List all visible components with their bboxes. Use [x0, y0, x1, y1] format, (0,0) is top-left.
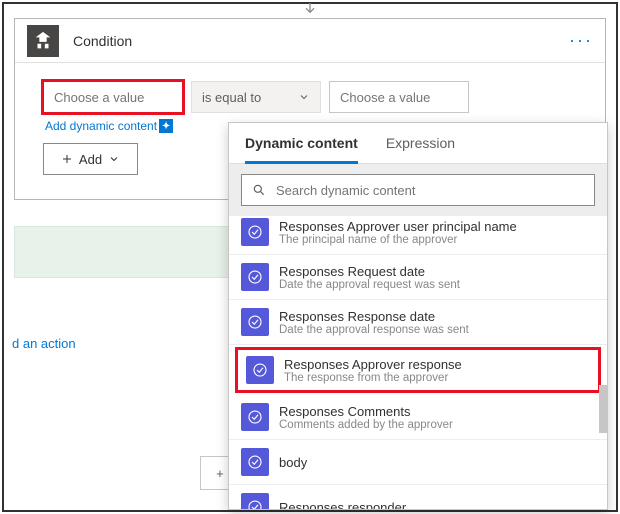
approval-icon	[246, 356, 274, 384]
item-desc: Comments added by the approver	[279, 419, 453, 431]
plus-icon: ✦	[159, 119, 173, 133]
chevron-down-icon	[108, 153, 120, 165]
list-item[interactable]: Responses Approver user principal name T…	[229, 216, 607, 255]
approval-icon	[241, 403, 269, 431]
item-title: body	[279, 455, 307, 470]
search-icon	[252, 183, 266, 197]
tab-dynamic-content[interactable]: Dynamic content	[245, 135, 358, 164]
list-item[interactable]: body	[229, 440, 607, 485]
condition-value-2-input[interactable]	[329, 81, 469, 113]
list-item[interactable]: Responses Request date Date the approval…	[229, 255, 607, 300]
item-desc: The response from the approver	[284, 372, 462, 384]
add-dynamic-content-link[interactable]: Add dynamic content	[45, 119, 157, 133]
add-button-label: Add	[79, 152, 102, 167]
plus-icon	[61, 153, 73, 165]
list-item[interactable]: Responses Response date Date the approva…	[229, 300, 607, 345]
flow-arrow-in-icon	[300, 0, 320, 18]
list-item[interactable]: Responses Comments Comments added by the…	[229, 395, 607, 440]
approval-icon	[241, 448, 269, 476]
dynamic-content-list: Responses Approver user principal name T…	[229, 216, 607, 509]
add-action-link-partial[interactable]: d an action	[12, 336, 76, 351]
list-item[interactable]: Responses responder	[229, 485, 607, 509]
list-item-approver-response[interactable]: Responses Approver response The response…	[235, 347, 601, 393]
item-title: Responses Request date	[279, 264, 460, 279]
condition-operator-select[interactable]: is equal to	[191, 81, 321, 113]
card-menu-button[interactable]: ···	[569, 30, 593, 51]
item-title: Responses Approver user principal name	[279, 219, 517, 234]
item-title: Responses Response date	[279, 309, 469, 324]
approval-icon	[241, 218, 269, 246]
operator-label: is equal to	[202, 90, 261, 105]
item-title: Responses Comments	[279, 404, 453, 419]
approval-icon	[241, 263, 269, 291]
item-desc: The principal name of the approver	[279, 234, 517, 246]
condition-icon	[27, 25, 59, 57]
tab-expression[interactable]: Expression	[386, 135, 455, 163]
dynamic-content-popup: Dynamic content Expression Responses App…	[228, 122, 608, 510]
chevron-down-icon	[298, 91, 310, 103]
item-desc: Date the approval response was sent	[279, 324, 469, 336]
item-title: Responses Approver response	[284, 357, 462, 372]
item-desc: Date the approval request was sent	[279, 279, 460, 291]
approval-icon	[241, 493, 269, 509]
condition-value-1-input[interactable]	[43, 81, 183, 113]
condition-title: Condition	[73, 33, 132, 49]
search-input[interactable]	[276, 183, 584, 198]
approval-icon	[241, 308, 269, 336]
item-title: Responses responder	[279, 500, 406, 510]
add-button[interactable]: Add	[43, 143, 138, 175]
search-box[interactable]	[241, 174, 595, 206]
condition-header: Condition ···	[15, 19, 605, 63]
scrollbar-thumb[interactable]	[599, 385, 607, 433]
